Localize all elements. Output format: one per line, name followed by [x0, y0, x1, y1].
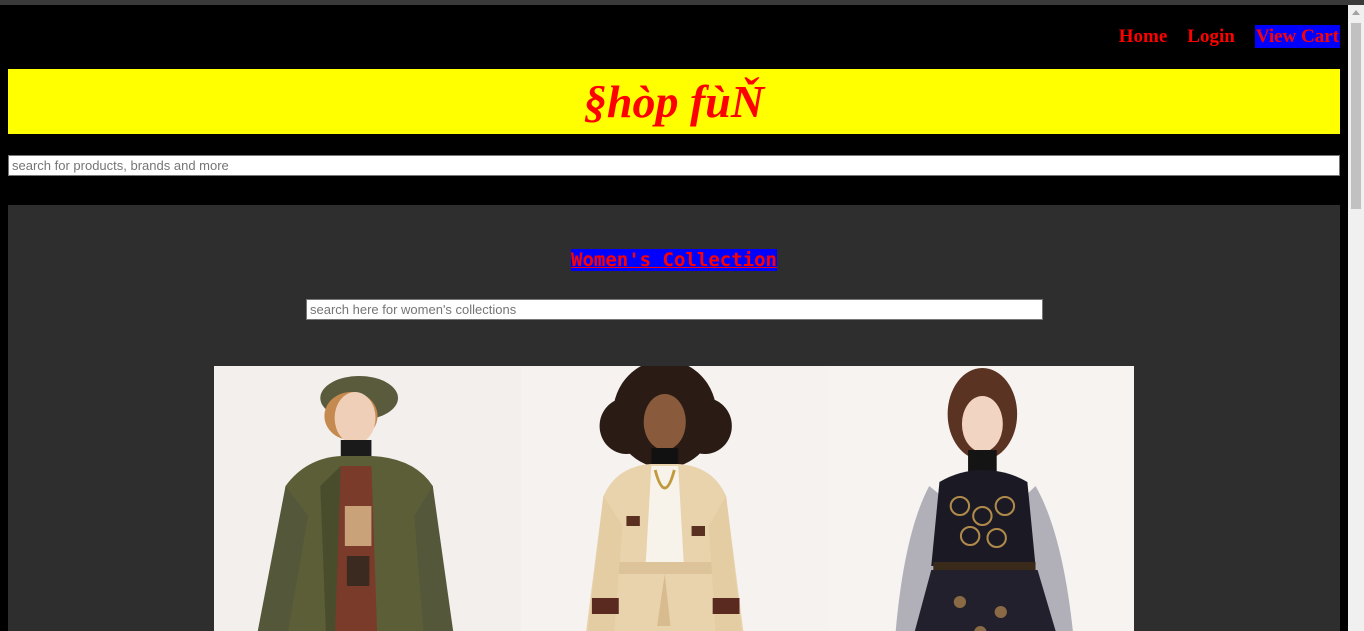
scrollbar-thumb[interactable]	[1351, 23, 1361, 209]
womens-collection-link[interactable]: Women's Collection	[571, 249, 777, 271]
collection-heading: Women's Collection	[8, 247, 1340, 273]
womens-collection-section: Women's Collection	[8, 205, 1340, 631]
model-olive-jacket-image	[214, 366, 521, 631]
site-search-input[interactable]	[8, 155, 1340, 176]
scroll-up-arrow-icon[interactable]	[1352, 10, 1360, 15]
page-scrollbar[interactable]	[1348, 5, 1364, 631]
collection-hero-image	[214, 366, 1134, 631]
brand-banner: §hòp fùŇ	[8, 69, 1340, 134]
nav-view-cart-link[interactable]: View Cart	[1254, 25, 1340, 48]
model-dark-dress-image	[827, 366, 1134, 631]
collection-search-input[interactable]	[306, 299, 1043, 320]
top-nav: Home Login View Cart	[1119, 25, 1340, 48]
page: Home Login View Cart §hòp fùŇ Women's Co…	[0, 5, 1348, 631]
model-cream-coat-image	[520, 366, 828, 631]
nav-login-link[interactable]: Login	[1187, 25, 1235, 48]
nav-home-link[interactable]: Home	[1119, 25, 1168, 48]
site-logo-title: §hòp fùŇ	[583, 75, 765, 127]
